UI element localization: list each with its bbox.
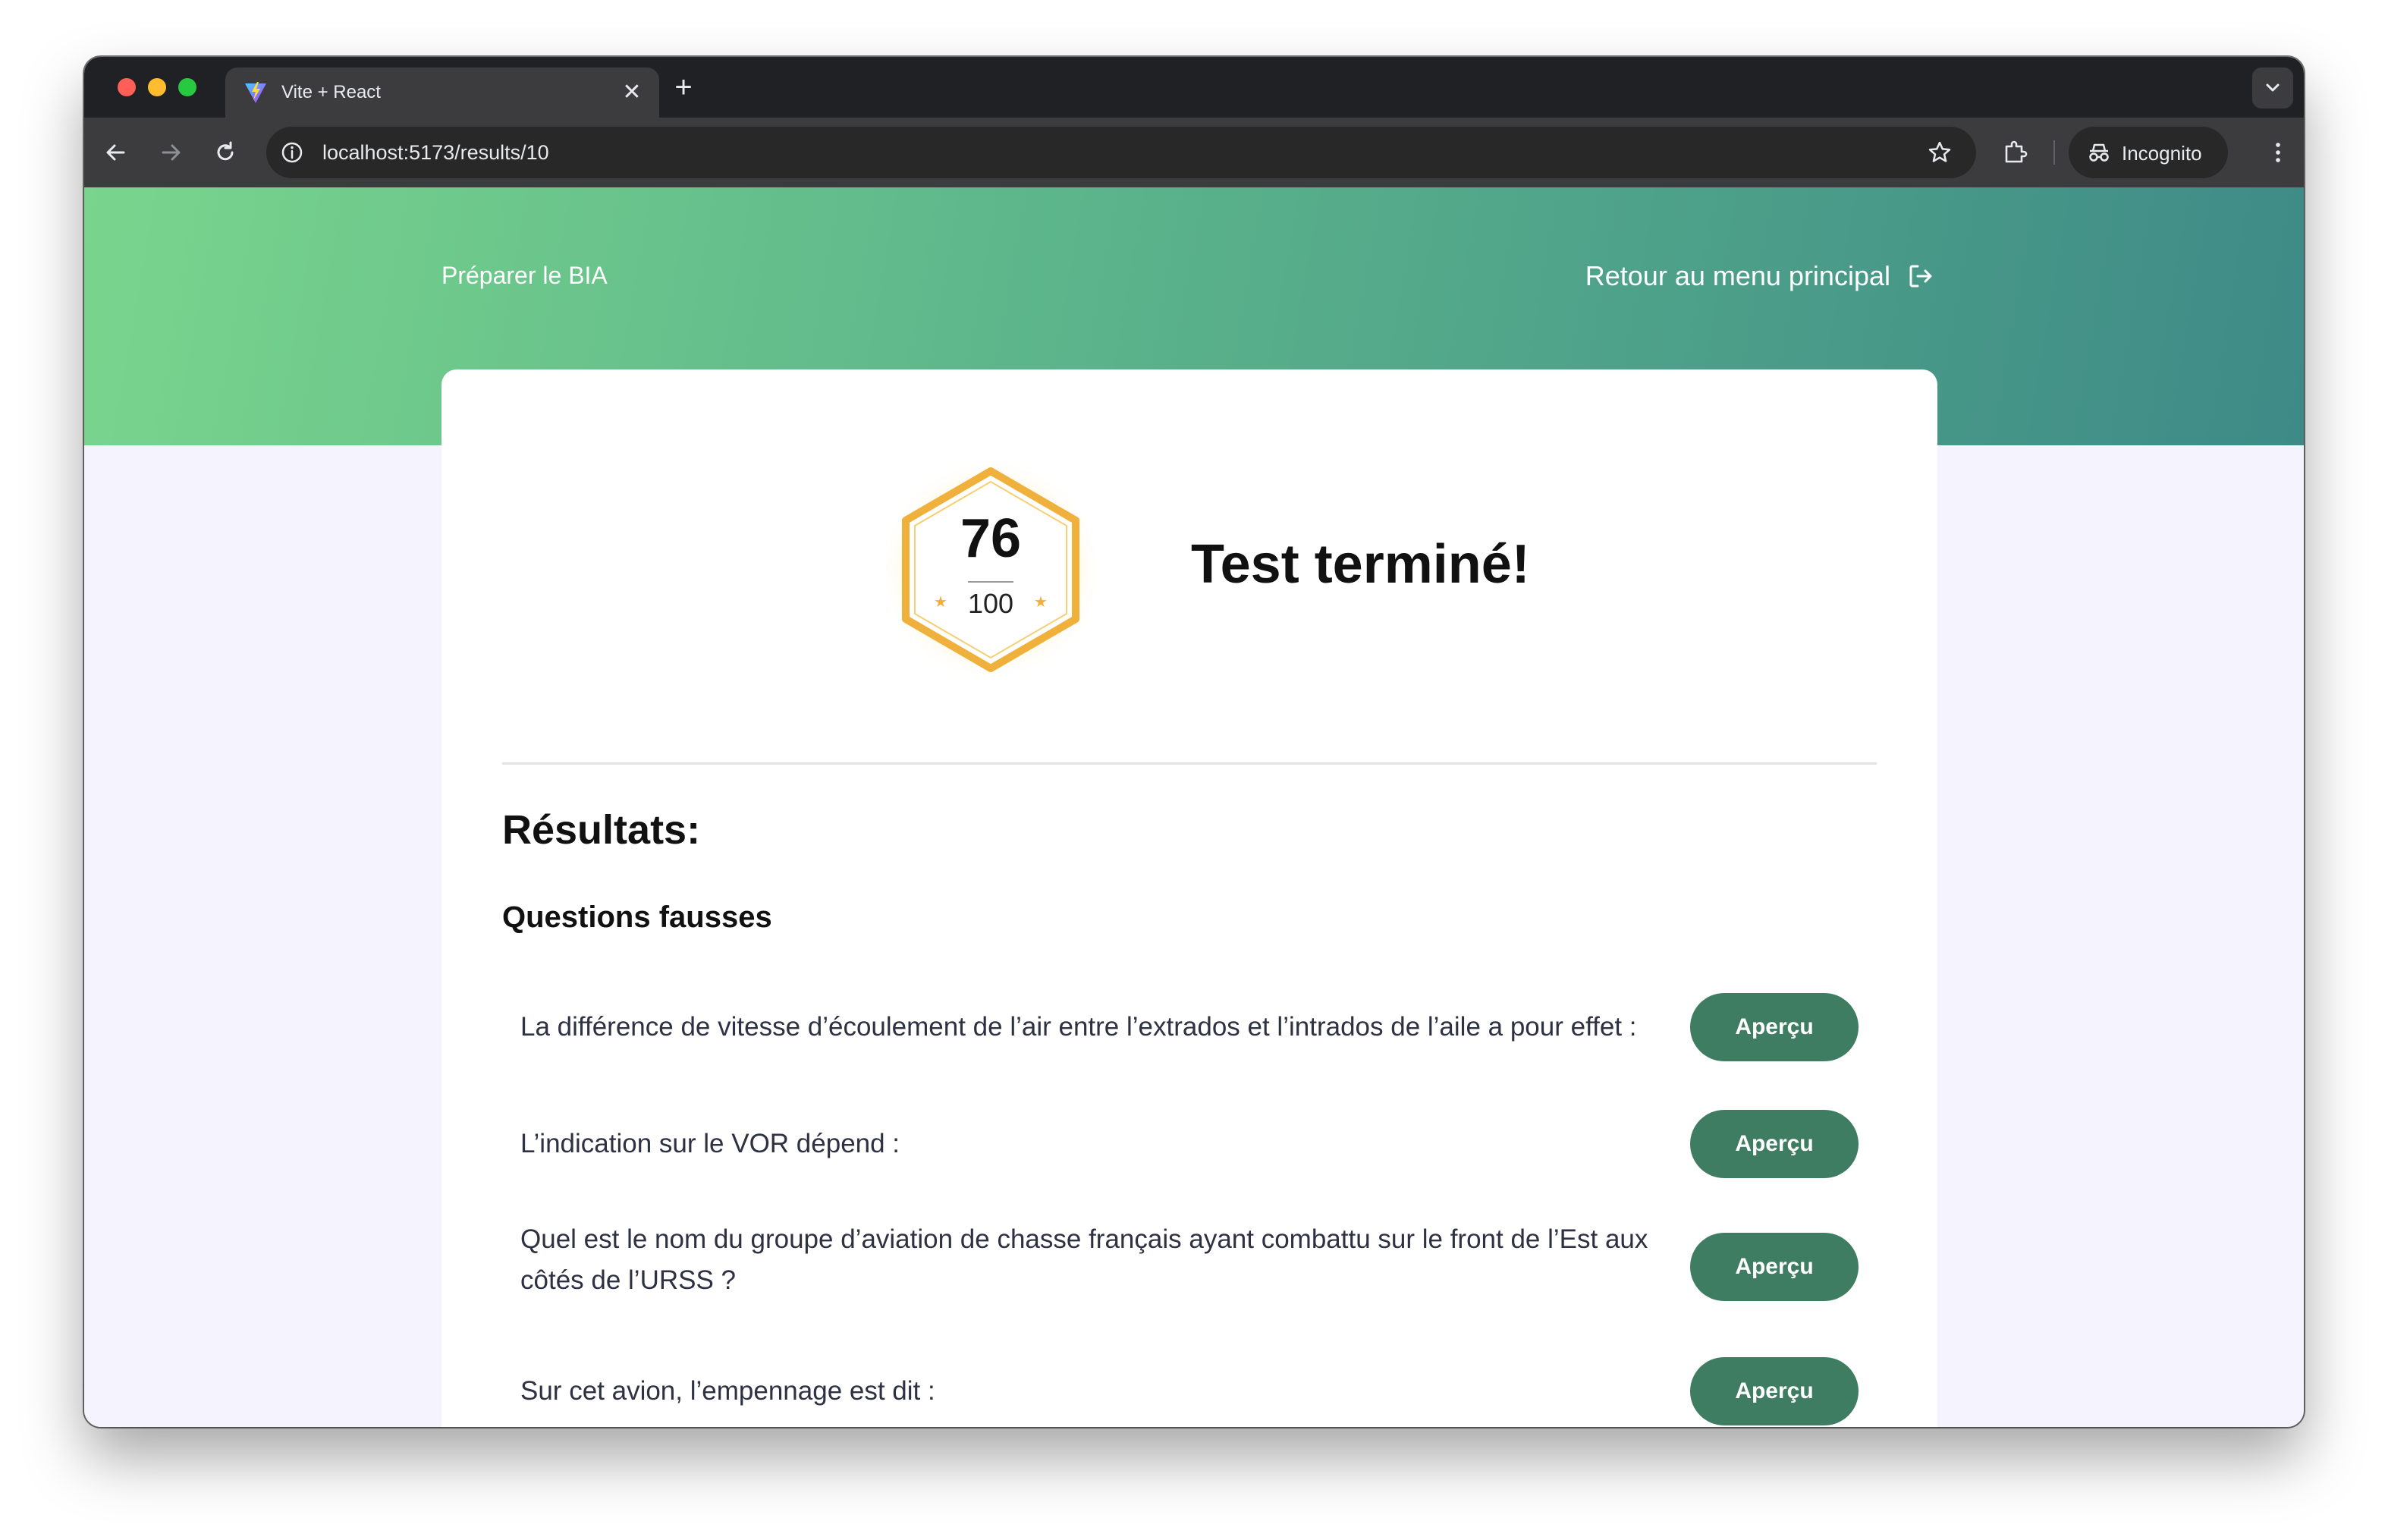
question-row: La différence de vitesse d’écoulement de… — [502, 993, 1877, 1061]
question-text: Quel est le nom du groupe d’aviation de … — [520, 1224, 1648, 1295]
forward-arrow-icon[interactable] — [154, 136, 187, 169]
incognito-icon — [2089, 143, 2109, 162]
test-finished-title: Test terminé! — [1191, 534, 1530, 595]
address-bar[interactable]: localhost:5173/results/10 — [266, 127, 1976, 178]
divider — [502, 762, 1877, 765]
wrong-questions-heading: Questions fausses — [502, 900, 772, 934]
question-text: L’indication sur le VOR dépend : — [520, 1129, 900, 1158]
chevron-down-icon — [2266, 83, 2280, 92]
reload-icon[interactable] — [209, 136, 242, 169]
page-content: Préparer le BIA Retour au menu principal — [84, 187, 2304, 1427]
incognito-label: Incognito — [2122, 142, 2202, 165]
preview-button[interactable]: Aperçu — [1690, 993, 1859, 1061]
tab-strip: Vite + React ✕ + — [84, 57, 2304, 118]
maximize-window-button[interactable] — [178, 78, 196, 96]
url-text: localhost:5173/results/10 — [322, 141, 549, 164]
more-menu-icon[interactable] — [2261, 136, 2295, 169]
vite-logo-icon — [245, 82, 266, 103]
extensions-puzzle-icon[interactable] — [1999, 136, 2032, 169]
bookmark-star-icon[interactable] — [1925, 137, 1955, 168]
screenshot-stage: Vite + React ✕ + localhost:5173/results/… — [0, 0, 2388, 1540]
incognito-badge[interactable]: Incognito — [2069, 127, 2228, 178]
back-to-menu-label: Retour au menu principal — [1585, 260, 1890, 291]
question-text: Sur cet avion, l’empennage est dit : — [520, 1376, 935, 1406]
question-row: Sur cet avion, l’empennage est dit : Ape… — [502, 1357, 1877, 1425]
question-text: La différence de vitesse d’écoulement de… — [520, 1012, 1637, 1042]
browser-tab[interactable]: Vite + React ✕ — [225, 68, 659, 118]
minimize-window-button[interactable] — [148, 78, 166, 96]
results-heading: Résultats: — [502, 807, 701, 853]
logout-icon — [1909, 265, 1932, 288]
question-row: Quel est le nom du groupe d’aviation de … — [502, 1213, 1877, 1309]
score-badge: ★ ★ 76 100 — [877, 456, 1104, 684]
score-value: 76 — [960, 508, 1022, 569]
score-max: 100 — [967, 588, 1014, 619]
browser-toolbar: localhost:5173/results/10 Incognito — [84, 118, 2304, 187]
tab-search-button[interactable] — [2252, 68, 2293, 108]
preview-button[interactable]: Aperçu — [1690, 1357, 1859, 1425]
brand-link[interactable]: Préparer le BIA — [441, 262, 608, 290]
site-info-icon[interactable] — [277, 137, 307, 168]
browser-window: Vite + React ✕ + localhost:5173/results/… — [84, 57, 2304, 1427]
back-to-menu-link[interactable]: Retour au menu principal — [1585, 260, 1936, 292]
close-tab-icon[interactable]: ✕ — [618, 79, 646, 106]
back-arrow-icon[interactable] — [99, 136, 133, 169]
toolbar-separator — [2053, 140, 2055, 165]
preview-button[interactable]: Aperçu — [1690, 1233, 1859, 1301]
close-window-button[interactable] — [118, 78, 136, 96]
tab-title: Vite + React — [281, 82, 381, 102]
question-row: L’indication sur le VOR dépend : Aperçu — [502, 1110, 1877, 1178]
preview-button[interactable]: Aperçu — [1690, 1110, 1859, 1178]
results-card: ★ ★ 76 100 Test terminé! Résultats: Ques… — [441, 369, 1937, 1427]
hexagon-badge-icon: ★ ★ — [878, 457, 1103, 682]
new-tab-button[interactable]: + — [668, 72, 699, 102]
